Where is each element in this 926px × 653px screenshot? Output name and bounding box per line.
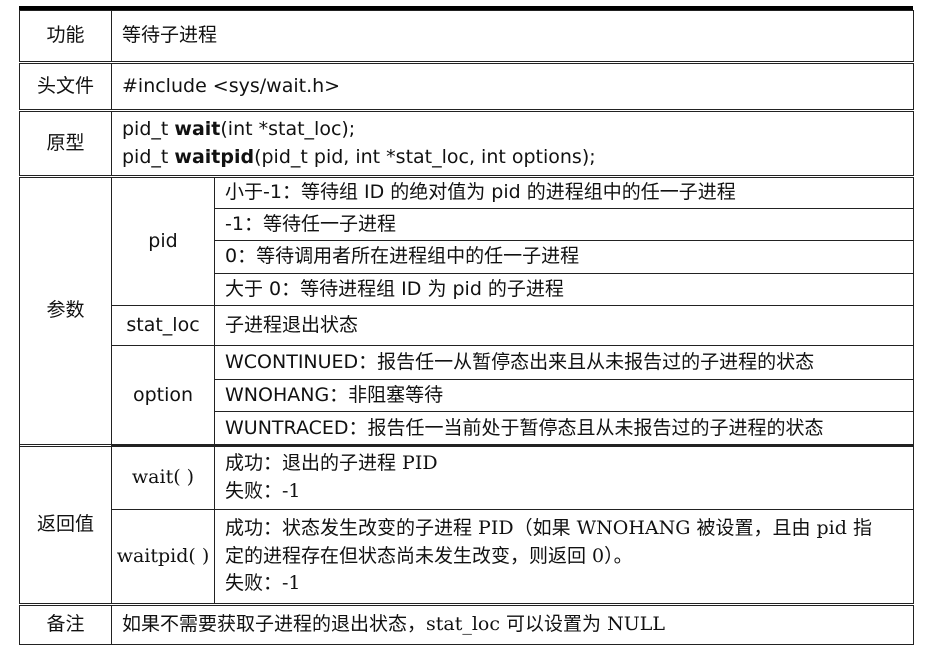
param-option-item: WCONTINUED：报告任一从暂停态出来且从未报告过的子进程的状态	[213, 345, 915, 380]
return-waitpid-line: 成功：状态发生改变的子进程 PID（如果 WNOHANG 被设置，且由 pid …	[225, 517, 872, 540]
header-label: 头文件	[19, 61, 112, 111]
return-wait-row: 返回值 wait( ) 成功：退出的子进程 PID 失败：-1	[19, 444, 915, 605]
notes-row: 备注 如果不需要获取子进程的退出状态，stat_loc 可以设置为 NULL	[19, 603, 915, 645]
params-label: 参数	[19, 175, 112, 446]
header-value: #include <sys/wait.h>	[110, 61, 915, 111]
return-wait-success: 成功：退出的子进程 PID	[225, 452, 438, 475]
api-reference-table: 功能 等待子进程 头文件 #include <sys/wait.h> 原型 pi…	[19, 10, 915, 645]
notes-value: 如果不需要获取子进程的退出状态，stat_loc 可以设置为 NULL	[110, 603, 915, 645]
param-option-row-1: option WCONTINUED：报告任一从暂停态出来且从未报告过的子进程的状…	[20, 345, 915, 446]
return-wait-failure: 失败：-1	[225, 480, 301, 502]
param-stat-loc-value: 子进程退出状态	[213, 305, 915, 346]
param-pid-row-1: 参数 pid 小于-1：等待组 ID 的绝对值为 pid 的进程组中的任一子进程	[19, 175, 915, 446]
api-reference-table-container: 功能 等待子进程 头文件 #include <sys/wait.h> 原型 pi…	[19, 6, 915, 645]
prototype-waitpid-suffix: (pid_t pid, int *stat_loc, int options);	[254, 145, 596, 168]
notes-label: 备注	[19, 603, 112, 645]
prototype-wait-suffix: (int *stat_loc);	[220, 117, 356, 140]
prototype-waitpid-prefix: pid_t	[122, 145, 175, 168]
prototype-row: 原型 pid_t wait(int *stat_loc); pid_t wait…	[19, 109, 915, 177]
param-option-label: option	[111, 345, 215, 446]
function-value: 等待子进程	[110, 10, 915, 63]
param-pid-item: 小于-1：等待组 ID 的绝对值为 pid 的进程组中的任一子进程	[213, 175, 915, 209]
param-option-item: WUNTRACED：报告任一当前处于暂停态且从未报告过的子进程的状态	[213, 411, 915, 446]
prototype-waitpid-name: waitpid	[174, 145, 255, 168]
param-pid-item: -1：等待任一子进程	[213, 208, 915, 241]
return-waitpid-failure: 失败：-1	[225, 572, 301, 595]
param-stat-loc-label: stat_loc	[111, 305, 215, 346]
param-pid-item: 0：等待调用者所在进程组中的任一子进程	[213, 240, 915, 274]
returns-label: 返回值	[19, 444, 112, 605]
prototype-value: pid_t wait(int *stat_loc); pid_t waitpid…	[110, 109, 915, 177]
return-waitpid-value: 成功：状态发生改变的子进程 PID（如果 WNOHANG 被设置，且由 pid …	[213, 509, 915, 605]
return-wait-value: 成功：退出的子进程 PID 失败：-1	[213, 444, 915, 510]
prototype-waitpid: pid_t waitpid(pid_t pid, int *stat_loc, …	[122, 144, 903, 172]
param-pid-item: 大于 0：等待进程组 ID 为 pid 的子进程	[213, 273, 915, 306]
header-row: 头文件 #include <sys/wait.h>	[19, 61, 915, 111]
return-waitpid-label: waitpid( )	[111, 509, 215, 605]
param-option-item: WNOHANG：非阻塞等待	[213, 379, 915, 412]
prototype-wait: pid_t wait(int *stat_loc);	[122, 116, 903, 144]
prototype-wait-prefix: pid_t	[122, 117, 175, 140]
prototype-label: 原型	[19, 109, 112, 177]
prototype-wait-name: wait	[174, 117, 221, 140]
param-stat-loc-row: stat_loc 子进程退出状态	[20, 305, 915, 346]
return-waitpid-row: waitpid( ) 成功：状态发生改变的子进程 PID（如果 WNOHANG …	[20, 509, 915, 605]
function-row: 功能 等待子进程	[19, 10, 915, 63]
return-waitpid-line: 定的进程存在但状态尚未发生改变，则返回 0）。	[225, 544, 633, 567]
return-wait-label: wait( )	[111, 444, 215, 510]
function-label: 功能	[19, 10, 112, 63]
param-pid-label: pid	[111, 175, 215, 306]
